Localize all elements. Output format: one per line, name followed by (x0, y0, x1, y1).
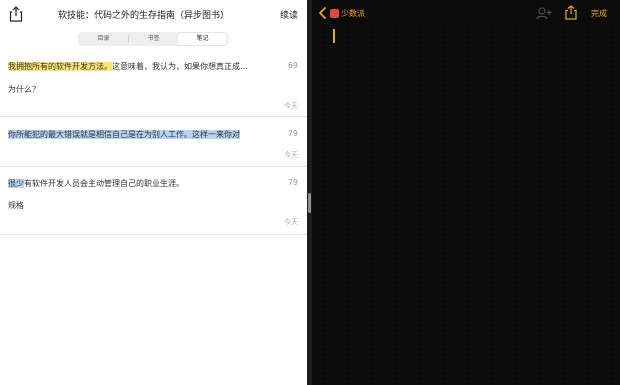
note-comment: 规格 (8, 201, 24, 210)
note-text: 你所能犯的最大错误就是相信自己是在为别人工作。这样一来你对 (8, 129, 270, 140)
note-item[interactable]: 很少有软件开发人员会主动管理自己的职业生涯。 79 规格 今天 (0, 167, 307, 235)
note-text: 很少有软件开发人员会主动管理自己的职业生涯。 (8, 178, 270, 189)
tab-contents[interactable]: 目录 (79, 33, 128, 45)
note-page-number: 79 (287, 178, 298, 187)
note-text: 我拥抱所有的软件开发方法。这意味着，我认为，如果你想真正成… (8, 61, 268, 72)
note-page-number: 69 (287, 61, 298, 70)
note-item[interactable]: 你所能犯的最大错误就是相信自己是在为别人工作。这样一来你对 79 今天 (0, 117, 307, 167)
share-icon[interactable] (565, 5, 577, 20)
note-item[interactable]: 我拥抱所有的软件开发方法。这意味着，我认为，如果你想真正成… 69 为什么？ 今… (0, 54, 307, 117)
done-button[interactable]: 完成 (591, 8, 607, 19)
tab-bookmarks[interactable]: 书签 (129, 33, 178, 45)
note-comment: 为什么？ (8, 85, 40, 94)
note-excerpt: 有软件开发人员会主动管理自己的职业生涯。 (24, 179, 184, 188)
note-excerpt: 这意味着，我认为，如果你想真正成… (112, 62, 248, 71)
notes-segmented-control: 目录 书签 笔记 (78, 32, 228, 46)
note-highlight: 你所能犯的最大错误就是相信自己是在为别人工作。这样一来你对 (8, 130, 240, 139)
dot-grid-background (312, 25, 620, 385)
collaborate-icon[interactable] (536, 6, 552, 20)
note-highlight: 我拥抱所有的软件开发方法。 (8, 62, 112, 71)
share-icon[interactable] (9, 6, 23, 22)
chevron-left-icon (319, 7, 326, 19)
note-page-number: 79 (287, 129, 298, 138)
note-date: 今天 (284, 102, 298, 110)
back-button[interactable]: 少数派 (318, 7, 365, 19)
tab-notes[interactable]: 笔记 (178, 33, 227, 45)
note-date: 今天 (284, 218, 298, 226)
books-top-bar: 软技能：代码之外的生存指南（异步图书） 续读 (0, 0, 307, 28)
split-view-handle[interactable] (308, 193, 311, 213)
folder-badge-icon (330, 8, 339, 18)
book-title: 软技能：代码之外的生存指南（异步图书） (58, 11, 230, 21)
text-cursor (333, 29, 335, 43)
continue-reading-button[interactable]: 续读 (280, 8, 298, 21)
note-highlight: 很少 (8, 179, 24, 188)
back-label: 少数派 (341, 8, 365, 18)
notes-editor-pane: 少数派 完成 (312, 0, 620, 385)
note-date: 今天 (284, 151, 298, 159)
books-notes-pane: 软技能：代码之外的生存指南（异步图书） 续读 目录 书签 笔记 我拥抱所有的软件… (0, 0, 307, 385)
